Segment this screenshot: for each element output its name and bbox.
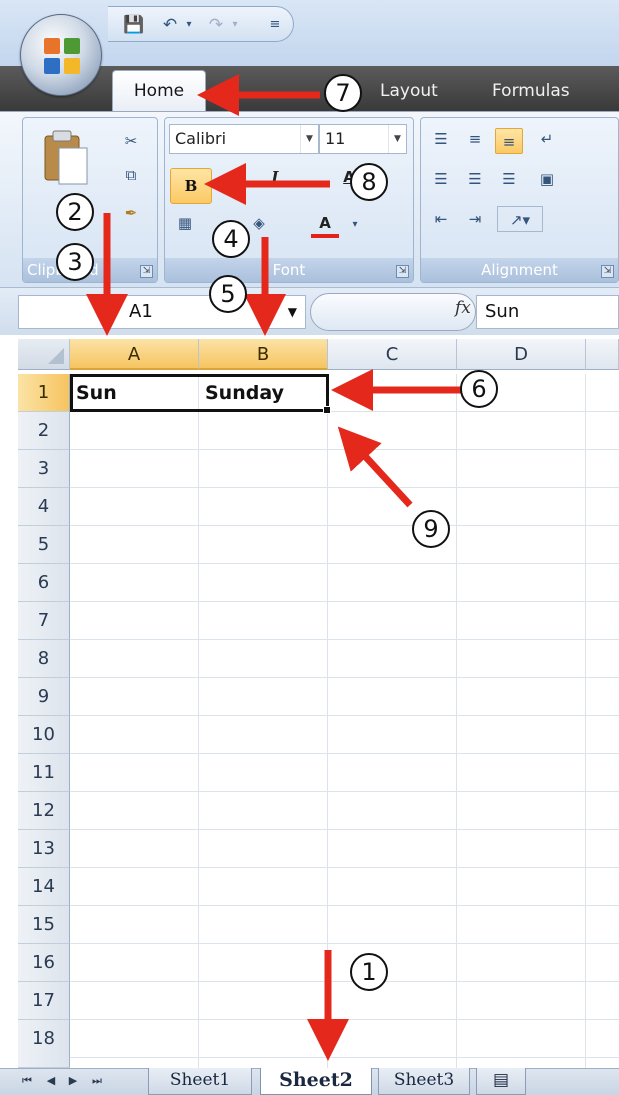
- row-header[interactable]: 10: [18, 716, 70, 754]
- formula-input[interactable]: Sun: [476, 295, 619, 329]
- customize-qat-icon[interactable]: ≡: [266, 13, 284, 37]
- column-header-a[interactable]: A: [70, 339, 199, 370]
- callout-2: 2: [56, 193, 94, 231]
- worksheet-grid[interactable]: [70, 374, 619, 1068]
- font-size-value: 11: [325, 129, 346, 148]
- callout-5: 5: [209, 275, 247, 313]
- row-header[interactable]: 12: [18, 792, 70, 830]
- fill-color-icon[interactable]: ◈: [245, 210, 273, 236]
- column-header-d[interactable]: D: [457, 339, 586, 370]
- office-button[interactable]: [20, 14, 102, 96]
- copy-icon[interactable]: ⧉: [117, 162, 145, 188]
- wrap-text-icon[interactable]: ↵: [533, 126, 561, 152]
- bold-button[interactable]: B: [170, 168, 212, 204]
- tab-home[interactable]: Home: [112, 70, 206, 112]
- insert-sheet-icon[interactable]: ▤: [476, 1068, 526, 1095]
- row-header[interactable]: 4: [18, 488, 70, 526]
- chevron-down-icon[interactable]: ▼: [288, 296, 297, 328]
- alignment-group-label: Alignment: [421, 258, 618, 282]
- row-header[interactable]: 6: [18, 564, 70, 602]
- italic-button[interactable]: I: [261, 164, 289, 190]
- row-header[interactable]: 11: [18, 754, 70, 792]
- paste-icon: [44, 130, 88, 185]
- column-header-c[interactable]: C: [328, 339, 457, 370]
- fill-handle[interactable]: [323, 406, 331, 414]
- row-header[interactable]: 9: [18, 678, 70, 716]
- orientation-icon[interactable]: ↗▾: [497, 206, 543, 232]
- formula-bar-controls: [310, 293, 476, 331]
- font-name-combo[interactable]: Calibri ▼: [169, 124, 319, 154]
- row-header[interactable]: 1: [18, 374, 70, 412]
- row-header[interactable]: 18: [18, 1020, 70, 1068]
- tab-formulas[interactable]: Formulas: [492, 72, 570, 110]
- office-logo-icon: [44, 38, 80, 74]
- cut-icon[interactable]: ✂: [117, 128, 145, 154]
- name-box-value: A1: [129, 301, 153, 322]
- select-all-button[interactable]: [18, 339, 70, 370]
- row-header[interactable]: 7: [18, 602, 70, 640]
- row-header[interactable]: 5: [18, 526, 70, 564]
- sheet-tab-sheet2[interactable]: Sheet2: [260, 1068, 372, 1095]
- chevron-down-icon: ▼: [388, 125, 406, 153]
- insert-function-icon[interactable]: fx: [455, 298, 471, 318]
- font-group-label: Font: [165, 258, 413, 282]
- align-left-icon[interactable]: ☰: [427, 166, 455, 192]
- callout-4: 4: [212, 220, 250, 258]
- column-header-b[interactable]: B: [199, 339, 328, 370]
- callout-1: 1: [350, 953, 388, 991]
- align-center-icon[interactable]: ☰: [461, 166, 489, 192]
- align-top-icon[interactable]: ☰: [427, 126, 455, 152]
- alignment-group: ☰ ≡ ≡ ↵ ☰ ☰ ☰ ▣ ⇤ ⇥ ↗▾ Alignment ⇲: [420, 117, 619, 283]
- row-header[interactable]: 13: [18, 830, 70, 868]
- align-bottom-icon[interactable]: ≡: [495, 128, 523, 154]
- last-sheet-icon[interactable]: ⏭: [90, 1070, 104, 1092]
- merge-center-icon[interactable]: ▣: [533, 166, 561, 192]
- callout-3: 3: [56, 243, 94, 281]
- column-header-e[interactable]: [586, 339, 619, 370]
- row-header[interactable]: 8: [18, 640, 70, 678]
- align-middle-icon[interactable]: ≡: [461, 126, 489, 152]
- font-size-combo[interactable]: 11 ▼: [319, 124, 407, 154]
- selection-border: [70, 374, 329, 412]
- sheet-tab-sheet3[interactable]: Sheet3: [378, 1068, 470, 1095]
- format-painter-icon[interactable]: ✒: [117, 200, 145, 226]
- chevron-down-icon: ▼: [300, 125, 318, 153]
- redo-dropdown-icon[interactable]: ▾: [228, 13, 242, 37]
- decrease-indent-icon[interactable]: ⇤: [427, 206, 455, 232]
- row-header[interactable]: 16: [18, 944, 70, 982]
- name-box[interactable]: A1 ▼: [18, 295, 306, 329]
- undo-dropdown-icon[interactable]: ▾: [182, 13, 196, 37]
- sheet-tab-sheet1[interactable]: Sheet1: [148, 1068, 252, 1095]
- callout-8: 8: [350, 163, 388, 201]
- tab-page-layout[interactable]: Layout: [380, 72, 438, 110]
- save-icon[interactable]: 💾: [122, 13, 146, 37]
- row-header[interactable]: 14: [18, 868, 70, 906]
- first-sheet-icon[interactable]: ⏮: [20, 1070, 34, 1092]
- clipboard-launcher-icon[interactable]: ⇲: [140, 265, 153, 278]
- redo-icon[interactable]: ↷: [204, 13, 228, 37]
- callout-9: 9: [412, 510, 450, 548]
- row-header[interactable]: 17: [18, 982, 70, 1020]
- font-color-button[interactable]: A: [311, 210, 339, 238]
- alignment-launcher-icon[interactable]: ⇲: [601, 265, 614, 278]
- font-color-dropdown-icon[interactable]: ▾: [341, 212, 369, 238]
- quick-access-toolbar: 💾 ↶ ▾ ↷ ▾ ≡: [108, 6, 294, 42]
- borders-icon[interactable]: ▦: [171, 210, 199, 236]
- font-launcher-icon[interactable]: ⇲: [396, 265, 409, 278]
- increase-indent-icon[interactable]: ⇥: [461, 206, 489, 232]
- next-sheet-icon[interactable]: ▶: [66, 1070, 80, 1092]
- prev-sheet-icon[interactable]: ◀: [44, 1070, 58, 1092]
- row-header[interactable]: 3: [18, 450, 70, 488]
- font-name-value: Calibri: [175, 129, 227, 148]
- callout-7: 7: [324, 74, 362, 112]
- callout-6: 6: [460, 370, 498, 408]
- row-header[interactable]: 15: [18, 906, 70, 944]
- align-right-icon[interactable]: ☰: [495, 166, 523, 192]
- undo-icon[interactable]: ↶: [158, 13, 182, 37]
- row-header[interactable]: 2: [18, 412, 70, 450]
